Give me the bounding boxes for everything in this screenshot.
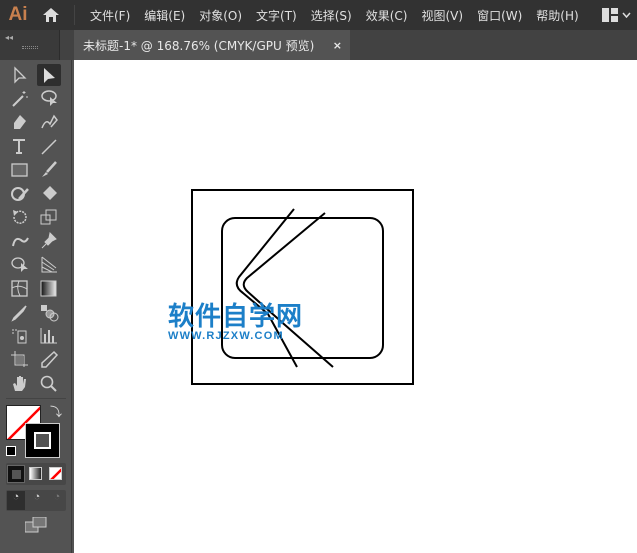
rotate-icon xyxy=(13,209,27,224)
watermark-title: 软件自学网 xyxy=(168,302,304,332)
artwork xyxy=(191,189,414,385)
menu-6[interactable]: 视图(V) xyxy=(414,7,470,24)
tool-column-graph[interactable] xyxy=(37,325,61,347)
screen-mode-icon xyxy=(24,516,47,533)
canvas[interactable]: 软件自学网 WWW.RJZXW.COM xyxy=(74,60,637,553)
none-mode-button[interactable] xyxy=(49,467,62,480)
curvature-icon xyxy=(41,114,58,129)
tool-line-segment[interactable] xyxy=(37,135,61,157)
menu-3[interactable]: 文字(T) xyxy=(249,7,304,24)
perspective-grid-icon xyxy=(41,256,57,273)
bent-line-2[interactable] xyxy=(242,212,334,368)
draw-inside-button[interactable]: ◔ xyxy=(48,491,66,510)
document-tab[interactable]: 未标题-1* @ 168.76% (CMYK/GPU 预览) × xyxy=(74,30,350,60)
color-mode-button[interactable] xyxy=(7,465,25,483)
watermark-logo: 软件自学网 WWW.RJZXW.COM xyxy=(168,296,303,342)
tool-eraser[interactable] xyxy=(37,183,61,205)
tool-puppet-warp[interactable] xyxy=(8,230,32,252)
screen-mode-button[interactable] xyxy=(24,516,47,538)
puppet-warp-icon xyxy=(12,237,29,247)
stroke-swatch[interactable] xyxy=(25,423,60,458)
menu-2[interactable]: 对象(O) xyxy=(192,7,249,24)
pin-icon xyxy=(41,232,57,249)
slice-icon xyxy=(41,350,59,368)
layout-icon xyxy=(602,8,618,22)
eraser-icon xyxy=(43,186,57,200)
magic-wand-icon xyxy=(12,91,28,107)
tool-lasso[interactable] xyxy=(37,88,61,110)
shaper-icon xyxy=(11,187,29,201)
rectangle-icon xyxy=(11,163,28,177)
menu-8[interactable]: 帮助(H) xyxy=(529,7,585,24)
tool-pin[interactable] xyxy=(37,230,61,252)
shape-builder-icon xyxy=(11,257,28,273)
paintbrush-icon xyxy=(42,161,57,178)
pen-icon xyxy=(14,114,26,129)
mesh-icon xyxy=(11,280,28,297)
watermark-url: WWW.RJZXW.COM xyxy=(168,330,284,342)
tool-mesh[interactable] xyxy=(8,277,32,299)
tool-shape-builder[interactable] xyxy=(8,254,32,276)
tool-perspective-grid[interactable] xyxy=(37,254,61,276)
tool-blend[interactable] xyxy=(37,301,61,323)
default-fill-stroke-icon[interactable] xyxy=(6,446,16,456)
collapse-icon[interactable]: ◂◂ xyxy=(5,33,13,42)
tool-eyedropper[interactable] xyxy=(8,301,32,323)
zoom-icon xyxy=(40,375,57,392)
tool-curvature[interactable] xyxy=(37,111,61,133)
tool-rectangle[interactable] xyxy=(8,159,32,181)
draw-normal-button[interactable]: ◔ xyxy=(7,491,25,510)
tool-magic-wand[interactable] xyxy=(8,88,32,110)
menu-7[interactable]: 窗口(W) xyxy=(470,7,529,24)
draw-behind-button[interactable]: ◔ xyxy=(28,491,46,510)
menu-bar: Ai 文件(F) 编辑(E) 对象(O) 文字(T) 选择(S) 效果(C) 视图(V) 窗口… xyxy=(0,0,637,30)
tool-rotate[interactable] xyxy=(8,206,32,228)
hand-icon xyxy=(13,375,26,391)
artboard-icon xyxy=(11,350,28,367)
scale-icon xyxy=(40,209,57,225)
tool-artboard[interactable] xyxy=(8,348,32,370)
workspace-switcher[interactable] xyxy=(602,8,637,22)
menu-0[interactable]: 文件(F) xyxy=(83,7,137,24)
toolbar-header[interactable]: ◂◂ xyxy=(0,30,60,60)
chevron-down-icon xyxy=(622,12,631,18)
tool-shaper[interactable] xyxy=(8,183,32,205)
close-tab-button[interactable]: × xyxy=(333,39,342,52)
tool-type[interactable] xyxy=(8,135,32,157)
column-graph-icon xyxy=(40,328,57,344)
blend-icon xyxy=(41,304,59,321)
tool-symbol-sprayer[interactable] xyxy=(8,325,32,347)
line-segment-icon xyxy=(41,139,57,155)
direct-selection-icon xyxy=(44,67,55,83)
home-button[interactable] xyxy=(36,0,66,30)
tool-selection[interactable] xyxy=(8,64,32,86)
symbol-sprayer-icon xyxy=(12,329,27,344)
tool-scale[interactable] xyxy=(37,206,61,228)
tool-hand[interactable] xyxy=(8,372,32,394)
home-icon xyxy=(43,8,59,22)
document-tab-title: 未标题-1* @ 168.76% (CMYK/GPU 预览) xyxy=(83,38,315,53)
app-logo: Ai xyxy=(8,4,28,25)
menu-4[interactable]: 选择(S) xyxy=(304,7,359,24)
selection-icon xyxy=(14,65,27,84)
gradient-mode-button[interactable] xyxy=(29,467,42,480)
type-icon xyxy=(13,138,25,154)
tools-panel: ⤵ ◔ ◔ ◔ xyxy=(0,60,72,553)
grip-icon[interactable] xyxy=(22,46,38,49)
swap-fill-stroke-icon[interactable]: ⤵ xyxy=(50,403,62,420)
lasso-icon xyxy=(41,90,57,107)
menu-1[interactable]: 编辑(E) xyxy=(137,7,192,24)
tool-direct-selection[interactable] xyxy=(37,64,61,86)
gradient-icon xyxy=(40,280,57,297)
tool-slice[interactable] xyxy=(37,348,61,370)
menu-5[interactable]: 效果(C) xyxy=(359,7,415,24)
eyedropper-icon xyxy=(11,304,27,322)
tool-zoom[interactable] xyxy=(37,372,61,394)
tool-gradient[interactable] xyxy=(37,277,61,299)
tool-paintbrush[interactable] xyxy=(37,159,61,181)
tool-pen[interactable] xyxy=(8,111,32,133)
tab-row: ◂◂ 未标题-1* @ 168.76% (CMYK/GPU 预览) × xyxy=(0,30,637,60)
